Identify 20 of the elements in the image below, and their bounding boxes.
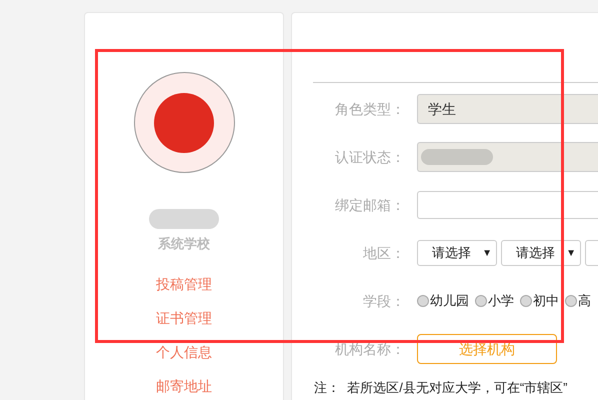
field-label: 角色类型： (334, 100, 406, 118)
school-name: 系统学校 (158, 235, 210, 253)
region-select[interactable]: 请选择 ▼ (501, 240, 581, 266)
caret-icon: ▼ (566, 246, 576, 260)
field-label: 机构名称： (334, 340, 406, 358)
stage-radio[interactable]: 幼儿园 (417, 291, 469, 311)
stage-radio[interactable]: 高 (565, 291, 591, 311)
stage-radio[interactable]: 小学 (475, 291, 514, 311)
field-label: 绑定邮箱： (334, 196, 406, 214)
blurred-name (149, 209, 219, 229)
field-label: 地区： (362, 244, 406, 262)
field-label: 认证状态： (334, 148, 406, 166)
stage-radio[interactable]: 初中 (520, 291, 559, 311)
note-text: 注： 若所选区/县无对应大学，可在“市辖区” (314, 379, 568, 397)
region-select[interactable]: 请选择 ▼ (417, 240, 497, 266)
blurred-text (421, 149, 493, 165)
email-field[interactable] (417, 191, 598, 219)
field-label: 学段： (362, 292, 406, 310)
caret-icon: ▼ (482, 246, 492, 260)
role-field[interactable]: 学生 (417, 94, 598, 124)
